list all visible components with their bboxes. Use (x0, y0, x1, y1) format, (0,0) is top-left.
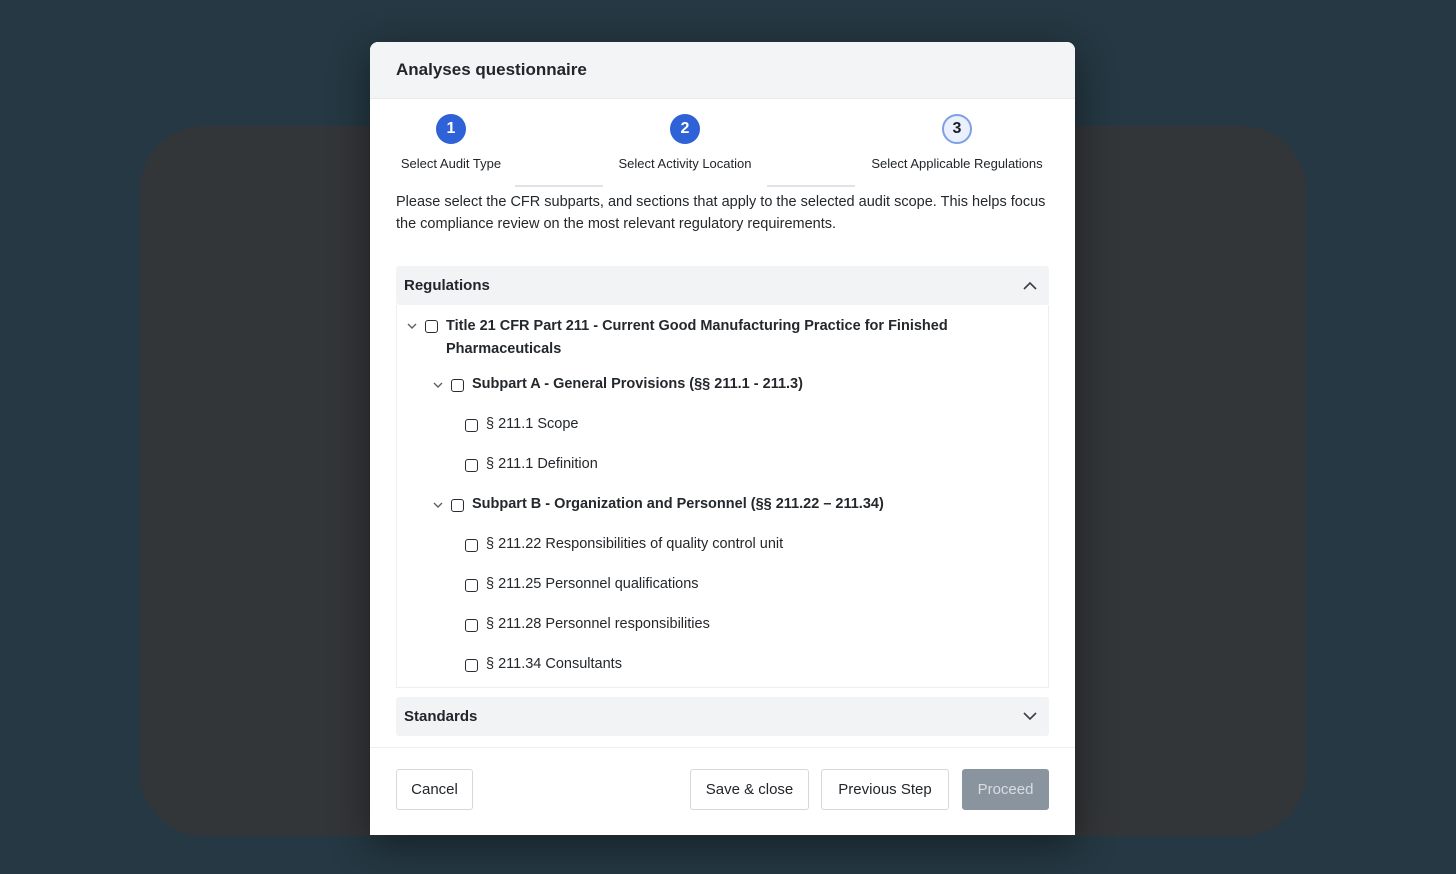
section-checkbox[interactable] (465, 619, 478, 632)
section-label: § 211.34 Consultants (486, 656, 622, 672)
section-checkbox[interactable] (465, 659, 478, 672)
part-211-label: Title 21 CFR Part 211 - Current Good Man… (446, 315, 948, 361)
subpart-a-label: Subpart A - General Provisions (§§ 211.1… (472, 376, 803, 392)
step-1-indicator: 1 (436, 114, 466, 144)
standards-accordion: Standards (396, 697, 1049, 736)
part-211-checkbox[interactable] (425, 320, 438, 333)
subpart-a-checkbox[interactable] (451, 379, 464, 392)
section-label: § 211.25 Personnel qualifications (486, 576, 699, 592)
regulations-accordion: Regulations Title 21 CFR Part 211 - Curr… (396, 266, 1049, 688)
tree-item-subpart-b: Subpart B - Organization and Personnel (… (431, 496, 884, 512)
section-label: § 211.1 Definition (486, 456, 598, 472)
section-checkbox[interactable] (465, 419, 478, 432)
step-3-label: Select Applicable Regulations (871, 156, 1043, 171)
save-close-button[interactable]: Save & close (690, 769, 809, 810)
proceed-button[interactable]: Proceed (962, 769, 1049, 810)
part-211-label-line1: Title 21 CFR Part 211 - Current Good Man… (446, 318, 948, 334)
regulations-title: Regulations (404, 277, 490, 294)
tree-item-subpart-a: Subpart A - General Provisions (§§ 211.1… (431, 376, 803, 392)
section-checkbox[interactable] (465, 539, 478, 552)
tree-item-section: § 211.28 Personnel responsibilities (465, 616, 710, 632)
chevron-down-icon[interactable] (431, 498, 445, 512)
cancel-button[interactable]: Cancel (396, 769, 473, 810)
tree-item-section: § 211.22 Responsibilities of quality con… (465, 536, 783, 552)
section-label: § 211.1 Scope (486, 416, 579, 432)
regulations-accordion-header[interactable]: Regulations (396, 266, 1049, 305)
tree-item-part-211: Title 21 CFR Part 211 - Current Good Man… (405, 317, 948, 361)
step-connector (767, 185, 855, 187)
step-3-indicator: 3 (942, 114, 972, 144)
questionnaire-modal: Analyses questionnaire 1 Select Audit Ty… (370, 42, 1075, 835)
section-label: § 211.22 Responsibilities of quality con… (486, 536, 784, 552)
chevron-down-icon[interactable] (405, 319, 419, 333)
chevron-down-icon[interactable] (431, 378, 445, 392)
step-3[interactable]: 3 Select Applicable Regulations (862, 114, 1052, 171)
step-2[interactable]: 2 Select Activity Location (610, 114, 760, 171)
subpart-b-checkbox[interactable] (451, 499, 464, 512)
chevron-up-icon[interactable] (1021, 277, 1039, 295)
stepper: 1 Select Audit Type 2 Select Activity Lo… (370, 99, 1075, 191)
part-211-label-line2: Pharmaceuticals (446, 341, 562, 357)
tree-item-section: § 211.34 Consultants (465, 656, 622, 672)
step-1[interactable]: 1 Select Audit Type (396, 114, 506, 171)
standards-accordion-header[interactable]: Standards (396, 697, 1049, 736)
tree-item-section: § 211.1 Scope (465, 416, 578, 432)
tree-item-section: § 211.25 Personnel qualifications (465, 576, 699, 592)
section-checkbox[interactable] (465, 579, 478, 592)
step-1-label: Select Audit Type (400, 156, 502, 171)
modal-footer: Cancel Save & close Previous Step Procee… (370, 747, 1075, 835)
step-2-indicator: 2 (670, 114, 700, 144)
section-label: § 211.28 Personnel responsibilities (486, 616, 710, 632)
subpart-b-label: Subpart B - Organization and Personnel (… (472, 496, 884, 512)
tree-item-section: § 211.1 Definition (465, 456, 598, 472)
previous-step-button[interactable]: Previous Step (821, 769, 949, 810)
section-checkbox[interactable] (465, 459, 478, 472)
modal-header: Analyses questionnaire (370, 42, 1075, 99)
step-connector (515, 185, 603, 187)
modal-title: Analyses questionnaire (396, 60, 587, 79)
chevron-down-icon[interactable] (1021, 708, 1039, 726)
regulations-tree: Title 21 CFR Part 211 - Current Good Man… (396, 305, 1049, 688)
instructions-text: Please select the CFR subparts, and sect… (396, 194, 1046, 232)
step-2-label: Select Activity Location (618, 156, 752, 171)
standards-title: Standards (404, 708, 478, 725)
